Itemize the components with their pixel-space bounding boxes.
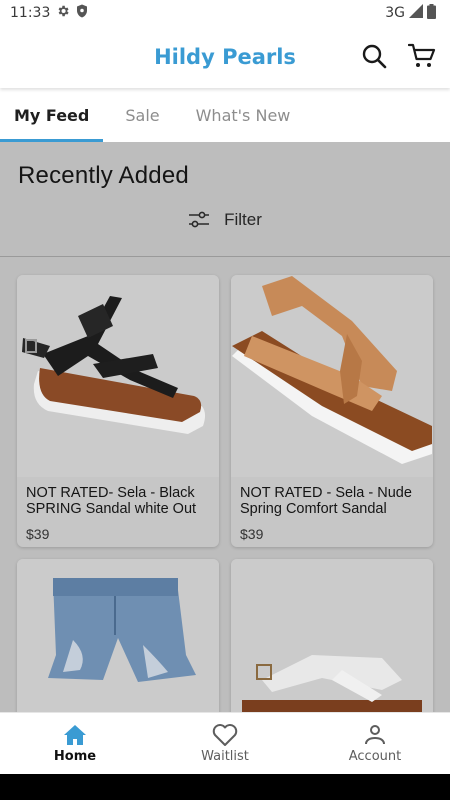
- product-card-body: NOT RATED- Sela - Black SPRING Sandal wh…: [17, 477, 219, 542]
- cart-button[interactable]: [408, 42, 436, 70]
- product-price: $39: [26, 526, 50, 542]
- shield-status-icon: [76, 4, 88, 22]
- product-image-black-sandal: [17, 275, 219, 477]
- app-actions: [360, 42, 436, 70]
- bottom-nav: Home Waitlist Account: [0, 712, 450, 774]
- feed-tabs: My Feed Sale What's New: [0, 88, 450, 142]
- tab-my-feed[interactable]: My Feed: [0, 88, 104, 142]
- product-card-body: NOT RATED - Sela - Nude Spring Comfort S…: [231, 477, 433, 542]
- filter-button[interactable]: Filter: [0, 210, 450, 230]
- tab-whats-new[interactable]: What's New: [182, 88, 305, 142]
- product-card[interactable]: NOT RATED - Sela - Nude Spring Comfort S…: [231, 275, 433, 547]
- status-bar: 11:33 3G: [0, 0, 450, 26]
- search-button[interactable]: [360, 42, 388, 70]
- feed-content: Recently Added Filter NOT RATED- Sela - …: [0, 142, 450, 712]
- app-bar: Hildy Pearls: [0, 26, 450, 88]
- search-icon: [362, 44, 387, 69]
- section-title: Recently Added: [18, 162, 189, 189]
- settings-status-icon: [56, 4, 70, 22]
- product-card[interactable]: [231, 559, 433, 712]
- system-nav-bar: [0, 774, 450, 800]
- product-name: NOT RATED- Sela - Black SPRING Sandal wh…: [26, 485, 197, 517]
- product-image-nude-sandal: [231, 275, 433, 477]
- app-title: Hildy Pearls: [154, 45, 296, 69]
- home-icon: [64, 725, 86, 745]
- product-image-denim-shorts: [17, 559, 219, 712]
- nav-account-label: Account: [348, 749, 402, 764]
- product-card[interactable]: NOT RATED- Sela - Black SPRING Sandal wh…: [17, 275, 219, 547]
- product-name: NOT RATED - Sela - Nude Spring Comfort S…: [240, 485, 412, 517]
- account-icon: [365, 725, 385, 745]
- product-image-white-sandal: [231, 559, 433, 712]
- cart-icon: [408, 43, 436, 67]
- filter-label: Filter: [224, 210, 262, 229]
- battery-icon: [427, 3, 436, 23]
- network-type: 3G: [385, 5, 405, 21]
- status-left: 11:33: [10, 4, 88, 22]
- product-card[interactable]: [17, 559, 219, 712]
- nav-home-label: Home: [53, 749, 97, 764]
- status-time: 11:33: [10, 5, 51, 21]
- filter-sliders-icon: [189, 211, 210, 228]
- product-grid: NOT RATED- Sela - Black SPRING Sandal wh…: [17, 275, 433, 712]
- tab-sale[interactable]: Sale: [111, 88, 173, 142]
- nav-account[interactable]: Account: [315, 723, 435, 764]
- heart-icon: [212, 724, 238, 746]
- divider: [0, 256, 450, 257]
- nav-waitlist[interactable]: Waitlist: [165, 723, 285, 764]
- nav-waitlist-label: Waitlist: [201, 749, 249, 764]
- nav-home[interactable]: Home: [15, 723, 135, 764]
- status-right: 3G: [385, 3, 436, 23]
- signal-icon: [409, 4, 423, 22]
- product-price: $39: [240, 526, 264, 542]
